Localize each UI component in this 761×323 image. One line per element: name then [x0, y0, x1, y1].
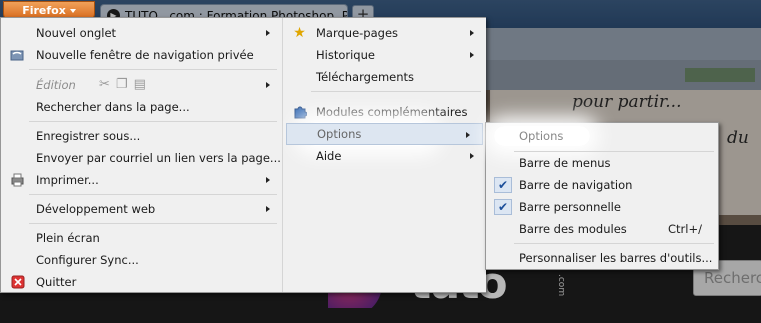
menu-item-label: Barre de menus: [519, 156, 611, 170]
copy-icon: ❐: [115, 77, 128, 92]
menu-item-fullscreen[interactable]: Plein écran: [1, 227, 282, 249]
menu-item-label: Marque-pages: [316, 26, 399, 40]
menu-item-label: Barre des modules: [519, 222, 627, 236]
menu-item-edit[interactable]: Édition ✂ ❐ ▤: [1, 74, 282, 96]
submenu-arrow-icon: [266, 177, 270, 183]
menu-item-bookmarks[interactable]: ★ Marque-pages: [283, 22, 486, 44]
submenu-arrow-icon: [470, 30, 474, 36]
submenu-arrow-icon: [470, 52, 474, 58]
menu-item-label: Plein écran: [36, 231, 100, 245]
submenu-item-addon-bar[interactable]: Barre des modules Ctrl+/: [486, 218, 718, 240]
checkmark-icon: ✔: [494, 199, 512, 215]
menu-item-quit[interactable]: Quitter: [1, 271, 282, 293]
submenu-item-navigation-bar[interactable]: ✔ Barre de navigation: [486, 174, 718, 196]
menu-item-downloads[interactable]: Téléchargements: [283, 66, 486, 88]
submenu-arrow-icon: [266, 82, 270, 88]
menu-item-label: Nouvel onglet: [36, 26, 117, 40]
menu-item-label: Configurer Sync...: [36, 253, 139, 267]
edit-icons: ✂ ❐ ▤: [99, 77, 146, 92]
tuto-logo-vertical: .com: [556, 274, 566, 297]
menu-item-help[interactable]: Aide: [283, 145, 486, 167]
checkmark-icon: ✔: [494, 177, 512, 193]
menu-item-label: Modules complémentaires: [316, 105, 468, 119]
menu-item-sync[interactable]: Configurer Sync...: [1, 249, 282, 271]
menu-item-email-link[interactable]: Envoyer par courriel un lien vers la pag…: [1, 147, 282, 169]
star-icon: ★: [293, 25, 306, 41]
cut-icon: ✂: [99, 77, 110, 92]
menu-item-label: Personnaliser les barres d'outils...: [519, 251, 713, 265]
menu-separator: [29, 194, 277, 195]
menu-item-label: Rechercher dans la page...: [36, 100, 190, 114]
submenu-item-customize-toolbars[interactable]: Personnaliser les barres d'outils...: [486, 247, 718, 269]
menu-item-label: Enregistrer sous...: [36, 129, 141, 143]
menu-item-addons[interactable]: Modules complémentaires: [283, 101, 486, 123]
menu-item-label: Téléchargements: [316, 70, 415, 84]
menu-separator: [29, 223, 277, 224]
menu-item-web-developer[interactable]: Développement web: [1, 198, 282, 220]
handwritten-text-1: pour partir...: [572, 92, 682, 112]
submenu-arrow-icon: [466, 132, 470, 138]
menu-item-save-as[interactable]: Enregistrer sous...: [1, 125, 282, 147]
menu-item-label: Édition: [36, 78, 76, 92]
menu-separator: [311, 91, 481, 92]
menu-left-column: Nouvel onglet Nouvelle fenêtre de naviga…: [1, 18, 282, 292]
submenu-arrow-icon: [266, 30, 270, 36]
menu-item-label: Options: [519, 129, 564, 143]
menu-item-private-window[interactable]: Nouvelle fenêtre de navigation privée: [1, 44, 282, 66]
quit-icon: [10, 275, 25, 289]
menu-item-new-tab[interactable]: Nouvel onglet: [1, 22, 282, 44]
firefox-button-label: Firefox: [22, 4, 66, 17]
menu-item-label: Barre personnelle: [519, 200, 621, 214]
submenu-item-options[interactable]: Options: [486, 125, 718, 147]
submenu-item-menu-bar[interactable]: Barre de menus: [486, 152, 718, 174]
submenu-arrow-icon: [266, 206, 270, 212]
menu-item-label: Développement web: [36, 202, 156, 216]
dropdown-arrow-icon: [69, 8, 76, 13]
menu-item-options[interactable]: Options: [286, 123, 483, 145]
menu-separator: [29, 121, 277, 122]
menu-item-label: Options: [317, 127, 362, 141]
shortcut-label: Ctrl+/: [668, 222, 702, 236]
menu-item-history[interactable]: Historique: [283, 44, 486, 66]
puzzle-icon: [292, 105, 307, 119]
paste-icon: ▤: [133, 77, 146, 92]
menu-item-label: Barre de navigation: [519, 178, 633, 192]
options-submenu: Options Barre de menus ✔ Barre de naviga…: [485, 122, 719, 270]
menu-separator: [29, 69, 277, 70]
menu-item-label: Nouvelle fenêtre de navigation privée: [36, 48, 254, 62]
handwritten-text-2: du: [727, 128, 749, 148]
firefox-app-menu: Nouvel onglet Nouvelle fenêtre de naviga…: [0, 17, 486, 293]
menu-item-find-in-page[interactable]: Rechercher dans la page...: [1, 96, 282, 118]
submenu-item-personal-bar[interactable]: ✔ Barre personnelle: [486, 196, 718, 218]
menu-item-label: Imprimer...: [36, 173, 99, 187]
menu-right-column: ★ Marque-pages Historique Téléchargement…: [283, 18, 486, 292]
submenu-arrow-icon: [470, 153, 474, 159]
menu-separator: [514, 243, 714, 244]
menu-item-print[interactable]: Imprimer...: [1, 169, 282, 191]
private-window-icon: [10, 48, 25, 62]
menu-item-label: Quitter: [36, 275, 77, 289]
menu-item-label: Historique: [316, 48, 375, 62]
toolbar-widget: [685, 68, 755, 82]
printer-icon: [10, 173, 25, 187]
menu-item-label: Envoyer par courriel un lien vers la pag…: [36, 151, 281, 165]
menu-item-label: Aide: [316, 149, 342, 163]
